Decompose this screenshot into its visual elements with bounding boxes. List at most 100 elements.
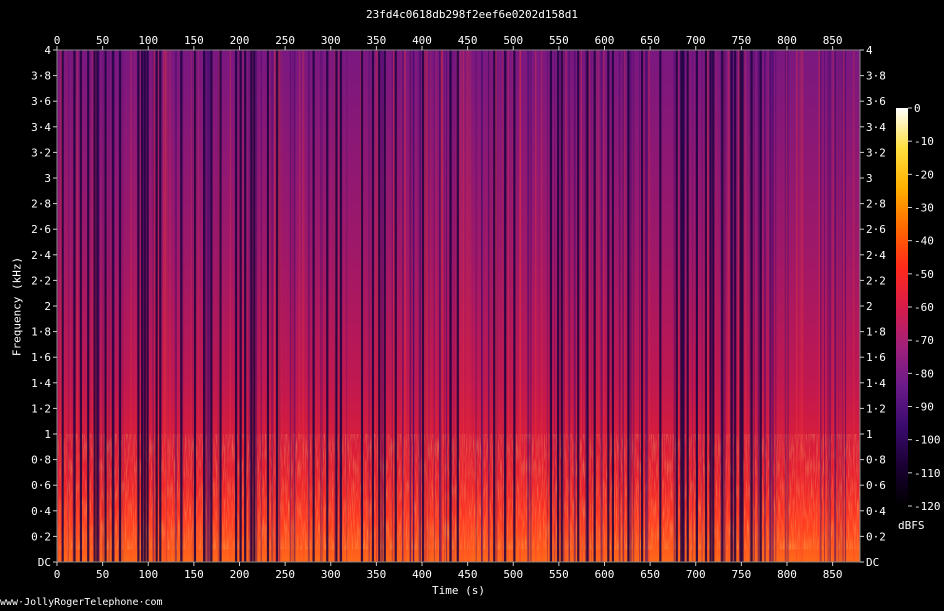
spectrogram-streak [66,50,68,562]
spectrogram-streak [391,50,394,562]
x-tick-label-top: 850 [823,34,843,47]
silent-band [119,50,122,562]
silent-band [686,50,689,562]
x-tick-label-top: 400 [412,34,432,47]
spectrogram-streak [426,50,429,562]
colorbar-tick-label: -50 [914,268,934,281]
spectrogram-streak [229,50,231,562]
spectrogram-streak [843,50,845,562]
spectrogram-streak [546,50,549,562]
spectrogram-streak [67,50,69,562]
silent-band [193,50,197,562]
y-tick-label-right: 3·8 [866,70,886,83]
silent-band [96,50,99,562]
y-tick-label: 4 [44,44,51,57]
spectrogram-streak [329,50,331,562]
x-tick-label: 500 [503,568,523,581]
silent-band [104,50,107,562]
x-tick-label: 150 [184,568,204,581]
silent-band [61,50,64,562]
y-tick-label: 0·6 [31,479,51,492]
colorbar-tick-label: -10 [914,135,934,148]
silent-band [549,50,552,562]
spectrogram-streak [774,50,777,562]
x-tick-label-top: 450 [458,34,478,47]
y-tick-label: 2·4 [31,249,51,262]
silent-band [493,50,496,562]
spectrogram-streak [573,50,576,562]
y-tick-label-right: 2·6 [866,223,886,236]
spectrogram-streak [764,50,765,562]
y-tick-label: 0·8 [31,454,51,467]
y-tick-label: 3 [44,172,51,185]
silent-band [593,50,596,562]
spectrogram-streak [724,50,726,562]
spectrogram-streak [487,50,490,562]
spectrogram-streak [174,50,177,562]
silent-band [250,50,253,562]
spectrogram-streak [527,50,530,562]
silent-band [371,50,375,562]
silent-band [730,50,733,562]
silent-band [513,50,516,562]
spectrogram-streak [629,50,632,562]
y-tick-label-right: 4 [866,44,873,57]
y-tick-label: 1·2 [31,402,51,415]
x-tick-label-top: 700 [686,34,706,47]
silent-band [312,50,315,562]
y-tick-label: 3·8 [31,70,51,83]
spectrogram-streak [623,50,626,562]
colorbar-tick-label: -80 [914,367,934,380]
silent-band [712,50,715,562]
spectrogram-streak [410,50,412,562]
x-tick-label: 100 [138,568,158,581]
spectrogram-streak [795,50,798,562]
spectrogram-streak [618,50,621,562]
spectrogram-streak [242,50,244,562]
colorbar-tick-label: -110 [914,467,941,480]
silent-band [704,50,708,562]
silent-band [607,50,610,562]
y-tick-label: 1·4 [31,377,51,390]
y-tick-label-right: 0·8 [866,454,886,467]
x-tick-label: 400 [412,568,432,581]
silent-band [456,50,459,562]
spectrogram-streak [294,50,296,562]
x-tick-label-top: 500 [503,34,523,47]
spectrogram-streak [462,50,465,562]
colorbar-tick-label: -60 [914,301,934,314]
x-tick-label-top: 200 [230,34,250,47]
x-tick-label-top: 650 [640,34,660,47]
silent-band [111,50,114,562]
spectrogram-streak [799,50,801,562]
spectrogram-streak [535,50,537,562]
spectrogram-streak [460,50,462,562]
spectrogram-streak [433,50,435,562]
spectrogram-streak [753,50,755,562]
silent-band [659,50,662,562]
x-tick-label-top: 800 [777,34,797,47]
silent-band [709,50,712,562]
spectrogram-streak [691,50,693,562]
x-axis-label: Time (s) [432,584,485,597]
spectrogram-streak [292,50,293,562]
colorbar-tick-label: -30 [914,202,934,215]
x-tick-label-top: 300 [321,34,341,47]
spectrogram-svg: 0 0 50 50 100 100 150 150 200 200 250 250 300 300 350 3… [31,34,941,581]
spectrogram-streak [402,50,403,562]
y-tick-label-right: 1 [866,428,873,441]
y-tick-label-right: 1·2 [866,402,886,415]
spectrogram-streak [271,50,274,562]
spectrogram-streak [260,50,262,562]
spectrogram-streak [122,50,124,562]
y-tick-label: 3·4 [31,121,51,134]
silent-band [741,50,744,562]
watermark-text: www·JollyRogerTelephone·com [0,597,163,608]
spectrogram-streak [827,50,829,562]
y-tick-label-right: 1·4 [866,377,886,390]
spectrogram-streak [588,50,590,562]
y-tick-label: 3·2 [31,146,51,159]
silent-band [155,50,158,562]
silent-band [87,50,90,562]
spectrogram-streak [269,50,270,562]
